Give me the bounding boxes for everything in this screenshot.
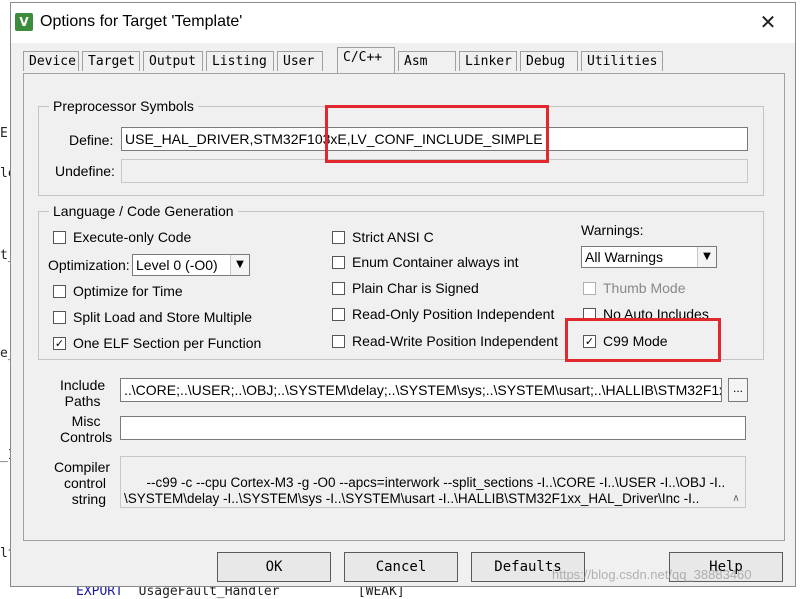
rw-pi-checkbox[interactable] <box>332 335 345 348</box>
no-auto-includes-label: No Auto Includes <box>603 306 709 322</box>
preprocessor-group: Preprocessor Symbols Define: USE_HAL_DRI… <box>38 98 764 196</box>
split-load-label: Split Load and Store Multiple <box>73 309 252 325</box>
warnings-value: All Warnings <box>585 249 664 265</box>
optimization-select[interactable]: Level 0 (-O0) ▼ <box>132 254 250 276</box>
define-label: Define: <box>69 132 114 148</box>
enum-container-label: Enum Container always int <box>352 254 519 270</box>
ro-pi-label: Read-Only Position Independent <box>352 306 555 322</box>
tab-output[interactable]: Output <box>143 51 203 71</box>
compiler-label-line2: control <box>63 475 106 491</box>
one-elf-checkbox[interactable]: ✓ <box>53 337 66 350</box>
misc-label-line1: Misc <box>71 413 101 429</box>
include-paths-label: Include Paths <box>60 377 105 409</box>
undefine-input[interactable] <box>121 159 748 183</box>
close-icon[interactable]: ✕ <box>757 11 779 33</box>
editor-fragment: E <box>0 126 8 141</box>
optimize-time-label: Optimize for Time <box>73 283 183 299</box>
optimize-time-checkbox[interactable] <box>53 285 66 298</box>
tab-listing[interactable]: Listing <box>206 51 274 71</box>
include-label-line1: Include <box>60 377 106 393</box>
plain-char-label: Plain Char is Signed <box>352 280 479 296</box>
thumb-mode-checkbox[interactable] <box>583 282 596 295</box>
compiler-control-text: --c99 -c --cpu Cortex-M3 -g -O0 --apcs=i… <box>124 475 726 506</box>
no-auto-includes-checkbox[interactable] <box>583 308 596 321</box>
preprocessor-group-label: Preprocessor Symbols <box>49 98 198 114</box>
tab-debug[interactable]: Debug <box>520 51 578 71</box>
cancel-button[interactable]: Cancel <box>344 552 458 582</box>
tab-target[interactable]: Target <box>82 51 140 71</box>
tab-utilities[interactable]: Utilities <box>581 51 663 71</box>
misc-controls-label: Misc Controls <box>60 413 112 445</box>
undefine-label: Undefine: <box>55 163 115 179</box>
split-load-checkbox[interactable] <box>53 311 66 324</box>
keil-app-icon: V <box>15 13 33 31</box>
title-bar[interactable]: V Options for Target 'Template' ✕ <box>11 3 795 43</box>
misc-label-line2: Controls <box>60 429 113 445</box>
ok-button[interactable]: OK <box>217 552 331 582</box>
chevron-down-icon: ▼ <box>697 247 716 267</box>
watermark: https://blog.csdn.net/qq_38883460 <box>552 567 752 582</box>
rw-pi-label: Read-Write Position Independent <box>352 333 558 349</box>
tab-user[interactable]: User <box>277 51 323 71</box>
tab-device[interactable]: Device <box>23 51 79 71</box>
chevron-down-icon: ▼ <box>230 255 249 275</box>
optimization-label: Optimization: <box>48 257 130 273</box>
browse-include-button[interactable]: ... <box>728 378 748 402</box>
warnings-select[interactable]: All Warnings ▼ <box>581 246 717 268</box>
language-group: Language / Code Generation Execute-only … <box>38 203 764 360</box>
compiler-control-string[interactable]: --c99 -c --cpu Cortex-M3 -g -O0 --apcs=i… <box>120 456 746 508</box>
misc-controls-input[interactable] <box>120 416 746 440</box>
options-dialog: V Options for Target 'Template' ✕ Device… <box>10 2 796 587</box>
execute-only-label: Execute-only Code <box>73 229 192 245</box>
ro-pi-checkbox[interactable] <box>332 308 345 321</box>
c99-mode-checkbox[interactable]: ✓ <box>583 335 596 348</box>
warnings-label: Warnings: <box>581 222 644 238</box>
one-elf-label: One ELF Section per Function <box>73 335 262 351</box>
c99-mode-label: C99 Mode <box>603 333 668 349</box>
compiler-control-label: Compiler control string <box>54 459 111 507</box>
thumb-mode-label: Thumb Mode <box>603 280 686 296</box>
c-cpp-panel: Preprocessor Symbols Define: USE_HAL_DRI… <box>23 73 785 541</box>
language-group-label: Language / Code Generation <box>49 203 238 219</box>
tab-c-cpp[interactable]: C/C++ <box>337 47 395 73</box>
optimization-value: Level 0 (-O0) <box>136 257 218 273</box>
scroll-up-icon[interactable]: ∧ <box>727 491 745 507</box>
tab-linker[interactable]: Linker <box>459 51 517 71</box>
strict-ansi-label: Strict ANSI C <box>352 229 434 245</box>
enum-container-checkbox[interactable] <box>332 256 345 269</box>
compiler-label-line1: Compiler <box>54 459 111 475</box>
compiler-scrollbar[interactable]: ∧ ∨ <box>727 457 745 507</box>
define-input[interactable]: USE_HAL_DRIVER,STM32F103xE,LV_CONF_INCLU… <box>121 127 748 151</box>
include-label-line2: Paths <box>64 393 101 409</box>
plain-char-checkbox[interactable] <box>332 282 345 295</box>
include-paths-input[interactable]: ..\CORE;..\USER;..\OBJ;..\SYSTEM\delay;.… <box>120 378 722 402</box>
strict-ansi-checkbox[interactable] <box>332 231 345 244</box>
compiler-label-line3: string <box>71 491 106 507</box>
window-title: Options for Target 'Template' <box>40 13 243 30</box>
tab-asm[interactable]: Asm <box>398 51 456 71</box>
execute-only-checkbox[interactable] <box>53 231 66 244</box>
